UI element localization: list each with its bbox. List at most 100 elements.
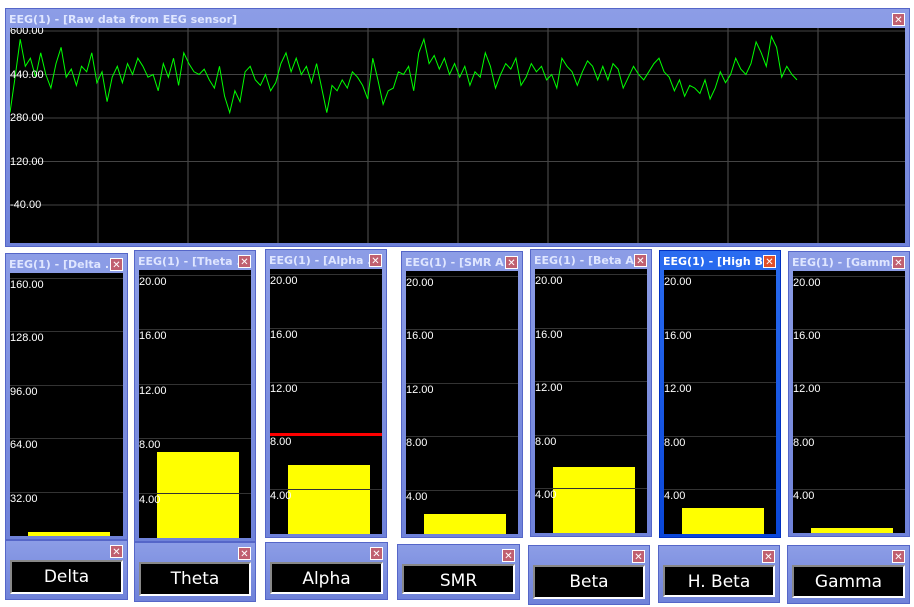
y-tick-label: 8.00	[139, 439, 161, 452]
y-tick-label: 20.00	[406, 277, 434, 289]
alpha-value-bar	[288, 464, 370, 534]
alpha-bar-window: EEG(1) - [Alpha ... ✕ 20.00 16.00 12.00 8.0…	[265, 249, 387, 538]
y-tick-label: 12.00	[793, 383, 821, 396]
y-tick-label: 16.00	[535, 328, 563, 341]
window-title: EEG(1) - [Raw data from EEG sensor]	[9, 13, 238, 26]
y-tick-label: -40.00	[10, 199, 42, 211]
y-tick-label: 280.00	[10, 112, 44, 124]
y-tick-label: 12.00	[406, 383, 434, 396]
y-tick-label: 20.00	[664, 276, 692, 288]
y-tick-label: 600.00	[10, 28, 44, 37]
delta-label-window: ✕ Delta	[5, 540, 128, 600]
y-tick-label: 96.00	[10, 385, 38, 398]
y-tick-label: 4.00	[664, 490, 686, 503]
y-tick-label: 4.00	[270, 490, 292, 503]
close-icon[interactable]: ✕	[892, 256, 905, 269]
smr-label-window: ✕ SMR	[397, 544, 520, 600]
close-icon[interactable]: ✕	[634, 254, 647, 267]
delta-value-bar	[28, 531, 110, 536]
y-tick-label: 4.00	[793, 489, 815, 502]
h-beta-bar-chart: 20.00 16.00 12.00 8.00 4.00	[664, 270, 776, 534]
gamma-bar-chart: 20.00 16.00 12.00 8.00 4.00	[793, 271, 905, 533]
y-tick-label: 16.00	[793, 330, 821, 343]
window-title: EEG(1) - [Gamm...	[792, 256, 903, 269]
y-tick-label: 120.00	[10, 155, 44, 168]
band-label: H. Beta	[663, 565, 775, 597]
y-tick-label: 8.00	[535, 435, 557, 448]
window-title: EEG(1) - [SMR A...	[405, 256, 517, 269]
y-tick-label: 4.00	[535, 489, 557, 502]
close-icon[interactable]: ✕	[892, 13, 905, 26]
y-tick-label: 20.00	[535, 275, 563, 287]
theta-bar-chart: 20.00 16.00 12.00 8.00 4.00	[139, 270, 251, 538]
theta-bar-window: EEG(1) - [Theta ... ✕ 20.00 16.00 12.00 8.0…	[134, 250, 256, 542]
band-label: Delta	[10, 560, 123, 594]
alpha-bar-chart: 20.00 16.00 12.00 8.00 4.00	[270, 269, 382, 534]
delta-bar-chart: 160.00 128.00 96.00 64.00 32.00	[10, 273, 123, 536]
gamma-bar-window: EEG(1) - [Gamm... ✕ 20.00 16.00 12.00 8.00 4…	[788, 251, 910, 537]
beta-label-window: ✕ Beta	[528, 545, 650, 605]
y-tick-label: 16.00	[270, 328, 298, 341]
band-label: Theta	[139, 562, 251, 596]
close-icon[interactable]: ✕	[892, 550, 905, 563]
y-tick-label: 160.00	[10, 279, 44, 291]
close-icon[interactable]: ✕	[370, 547, 383, 560]
y-tick-label: 64.00	[10, 439, 38, 452]
y-tick-label: 20.00	[270, 275, 298, 287]
beta-value-bar	[553, 466, 635, 533]
band-label: Alpha	[270, 562, 383, 594]
y-tick-label: 20.00	[139, 276, 167, 288]
alpha-label-window: ✕ Alpha	[265, 542, 388, 600]
close-icon[interactable]: ✕	[238, 547, 251, 560]
close-icon[interactable]: ✕	[369, 254, 382, 267]
window-title: EEG(1) - [Alpha ...	[269, 254, 380, 267]
h-beta-label-window: ✕ H. Beta	[658, 545, 780, 603]
beta-bar-window: EEG(1) - [Beta A... ✕ 20.00 16.00 12.00 8.0…	[530, 249, 652, 537]
theta-value-bar	[157, 451, 239, 538]
band-label: Beta	[533, 565, 645, 599]
window-title: EEG(1) - [High B...	[663, 255, 776, 268]
y-tick-label: 16.00	[406, 330, 434, 343]
y-tick-label: 8.00	[406, 437, 428, 450]
window-title: EEG(1) - [Theta ...	[138, 255, 249, 268]
y-tick-label: 8.00	[793, 436, 815, 449]
beta-bar-chart: 20.00 16.00 12.00 8.00 4.00	[535, 269, 647, 533]
close-icon[interactable]: ✕	[110, 258, 123, 271]
y-tick-label: 16.00	[139, 330, 167, 343]
close-icon[interactable]: ✕	[763, 255, 776, 268]
smr-value-bar	[424, 513, 506, 534]
y-tick-label: 8.00	[664, 436, 686, 449]
delta-bar-window: EEG(1) - [Delta ... ✕ 160.00 128.00 96.00 6…	[5, 253, 128, 540]
close-icon[interactable]: ✕	[502, 549, 515, 562]
y-tick-label: 440.00	[10, 68, 44, 81]
close-icon[interactable]: ✕	[762, 550, 775, 563]
window-title: EEG(1) - [Delta ...	[9, 258, 118, 271]
close-icon[interactable]: ✕	[632, 550, 645, 563]
gamma-label-window: ✕ Gamma	[787, 545, 910, 604]
y-tick-label: 128.00	[10, 332, 44, 345]
smr-bar-window: EEG(1) - [SMR A... ✕ 20.00 16.00 12.00 8.00…	[401, 251, 523, 538]
raw-eeg-chart: 600.00 440.00 280.00 120.00 -40.00	[10, 28, 905, 243]
y-tick-label: 20.00	[793, 277, 821, 289]
close-icon[interactable]: ✕	[238, 255, 251, 268]
y-tick-label: 12.00	[270, 382, 298, 395]
h-beta-value-bar	[682, 508, 764, 534]
smr-bar-chart: 20.00 16.00 12.00 8.00 4.00	[406, 271, 518, 534]
y-tick-label: 12.00	[139, 384, 167, 397]
raw-eeg-window: EEG(1) - [Raw data from EEG sensor] ✕ 60…	[5, 8, 910, 247]
close-icon[interactable]: ✕	[110, 545, 123, 558]
y-tick-label: 12.00	[535, 382, 563, 395]
theta-label-window: ✕ Theta	[134, 542, 256, 602]
y-tick-label: 16.00	[664, 329, 692, 342]
y-tick-label: 4.00	[139, 493, 161, 506]
h-beta-bar-window: EEG(1) - [High B... ✕ 20.00 16.00 12.00 8.0…	[659, 250, 781, 538]
threshold-line	[270, 433, 382, 437]
band-label: Gamma	[792, 565, 905, 598]
gamma-value-bar	[811, 528, 893, 533]
y-tick-label: 12.00	[664, 383, 692, 396]
y-tick-label: 4.00	[406, 490, 428, 503]
y-tick-label: 8.00	[270, 436, 292, 449]
y-tick-label: 32.00	[10, 492, 38, 505]
close-icon[interactable]: ✕	[505, 256, 518, 269]
band-label: SMR	[402, 564, 515, 594]
